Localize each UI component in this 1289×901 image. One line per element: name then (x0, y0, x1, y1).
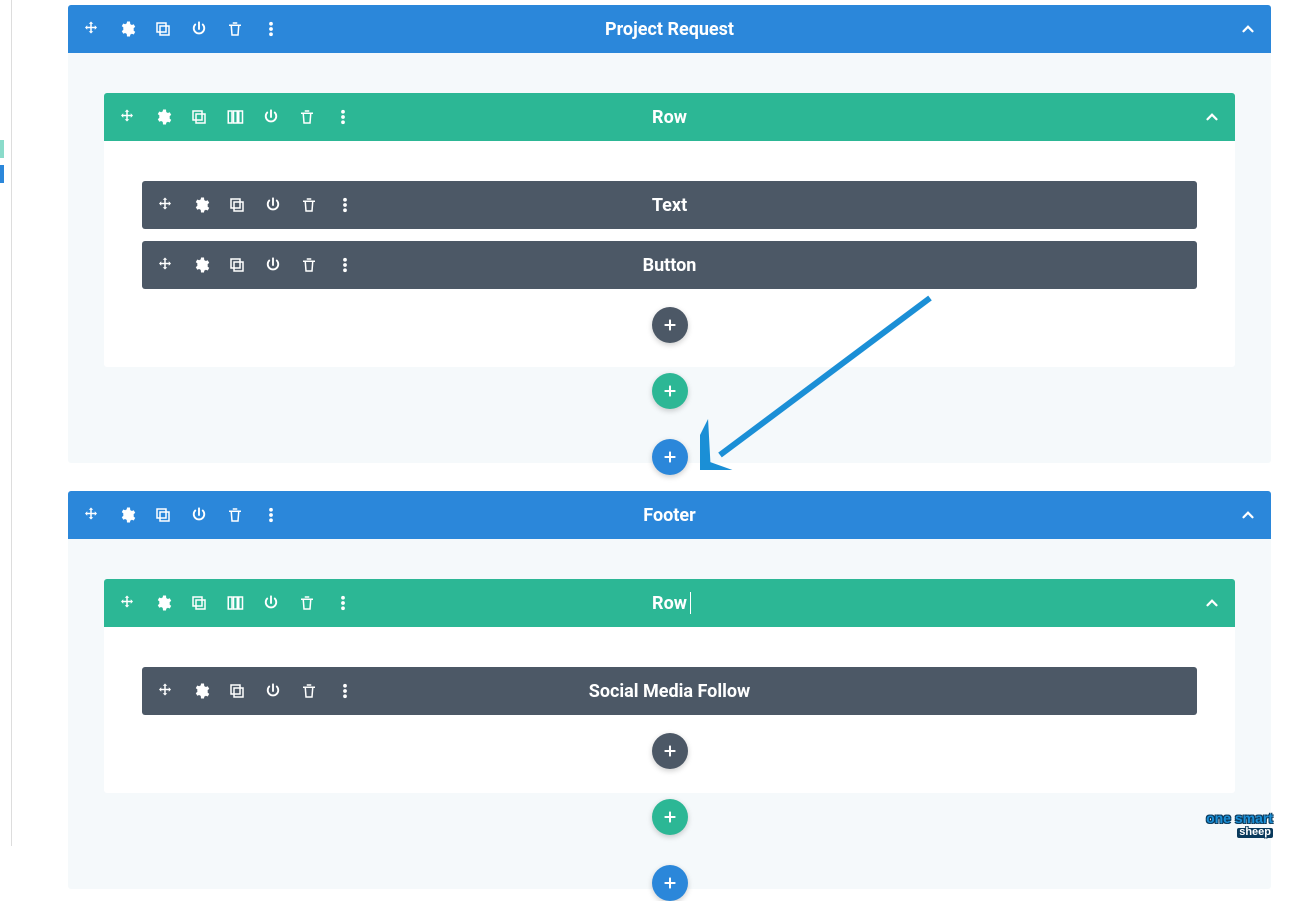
section-footer: Footer Row (68, 491, 1271, 889)
more-icon[interactable] (336, 682, 354, 700)
row-title[interactable]: Row (652, 593, 687, 614)
module-title: Text (652, 195, 687, 216)
add-row-button[interactable] (652, 799, 688, 835)
power-icon[interactable] (262, 594, 280, 612)
chevron-up-icon[interactable] (1239, 20, 1257, 38)
power-icon[interactable] (264, 196, 282, 214)
module-toolbar (156, 682, 354, 700)
module-toolbar (156, 196, 354, 214)
section-project-request: Project Request Row (68, 5, 1271, 463)
more-icon[interactable] (336, 256, 354, 274)
columns-icon[interactable] (226, 594, 244, 612)
duplicate-icon[interactable] (154, 506, 172, 524)
trash-icon[interactable] (298, 594, 316, 612)
move-icon[interactable] (156, 196, 174, 214)
section-header[interactable]: Footer (68, 491, 1271, 539)
move-icon[interactable] (82, 506, 100, 524)
trash-icon[interactable] (300, 682, 318, 700)
row-container: Row Social Media Foll (104, 579, 1235, 793)
module-button[interactable]: Button (142, 241, 1197, 289)
add-row-button[interactable] (652, 373, 688, 409)
duplicate-icon[interactable] (228, 196, 246, 214)
gear-icon[interactable] (154, 594, 172, 612)
section-toolbar (82, 506, 280, 524)
logo-badge: one smart sheep (1206, 812, 1273, 838)
section-title[interactable]: Footer (643, 505, 695, 526)
add-section-button[interactable] (652, 865, 688, 901)
section-title[interactable]: Project Request (605, 19, 734, 40)
trash-icon[interactable] (226, 506, 244, 524)
gear-icon[interactable] (192, 256, 210, 274)
row-container: Row Text (104, 93, 1235, 367)
gear-icon[interactable] (192, 682, 210, 700)
text-cursor (690, 592, 691, 614)
module-text[interactable]: Text (142, 181, 1197, 229)
logo-line-2: sheep (1237, 828, 1273, 838)
module-social-media-follow[interactable]: Social Media Follow (142, 667, 1197, 715)
move-icon[interactable] (118, 108, 136, 126)
move-icon[interactable] (156, 682, 174, 700)
columns-icon[interactable] (226, 108, 244, 126)
row-title[interactable]: Row (652, 107, 687, 128)
power-icon[interactable] (190, 20, 208, 38)
more-icon[interactable] (334, 108, 352, 126)
add-module-button[interactable] (652, 733, 688, 769)
power-icon[interactable] (190, 506, 208, 524)
power-icon[interactable] (264, 256, 282, 274)
add-module-button[interactable] (652, 307, 688, 343)
more-icon[interactable] (262, 506, 280, 524)
section-body: Row Text (68, 53, 1271, 433)
section-header[interactable]: Project Request (68, 5, 1271, 53)
gear-icon[interactable] (118, 506, 136, 524)
duplicate-icon[interactable] (228, 256, 246, 274)
gear-icon[interactable] (192, 196, 210, 214)
trash-icon[interactable] (298, 108, 316, 126)
duplicate-icon[interactable] (190, 108, 208, 126)
trash-icon[interactable] (300, 196, 318, 214)
move-icon[interactable] (156, 256, 174, 274)
chevron-up-icon[interactable] (1203, 594, 1221, 612)
section-body: Row Social Media Foll (68, 539, 1271, 859)
logo-line-1: one smart (1206, 810, 1273, 826)
builder-canvas: Project Request Row (12, 0, 1289, 846)
row-toolbar (118, 594, 352, 612)
duplicate-icon[interactable] (228, 682, 246, 700)
duplicate-icon[interactable] (154, 20, 172, 38)
power-icon[interactable] (264, 682, 282, 700)
module-title: Social Media Follow (589, 681, 751, 702)
more-icon[interactable] (262, 20, 280, 38)
more-icon[interactable] (334, 594, 352, 612)
row-toolbar (118, 108, 352, 126)
more-icon[interactable] (336, 196, 354, 214)
move-icon[interactable] (118, 594, 136, 612)
gear-icon[interactable] (154, 108, 172, 126)
row-body: Text Button (104, 141, 1235, 367)
duplicate-icon[interactable] (190, 594, 208, 612)
module-title: Button (643, 255, 697, 276)
move-icon[interactable] (82, 20, 100, 38)
section-toolbar (82, 20, 280, 38)
trash-icon[interactable] (300, 256, 318, 274)
row-header[interactable]: Row (104, 579, 1235, 627)
trash-icon[interactable] (226, 20, 244, 38)
add-section-button[interactable] (652, 439, 688, 475)
power-icon[interactable] (262, 108, 280, 126)
gear-icon[interactable] (118, 20, 136, 38)
row-body: Social Media Follow (104, 627, 1235, 793)
row-header[interactable]: Row (104, 93, 1235, 141)
module-toolbar (156, 256, 354, 274)
chevron-up-icon[interactable] (1239, 506, 1257, 524)
left-rail (0, 0, 12, 846)
chevron-up-icon[interactable] (1203, 108, 1221, 126)
